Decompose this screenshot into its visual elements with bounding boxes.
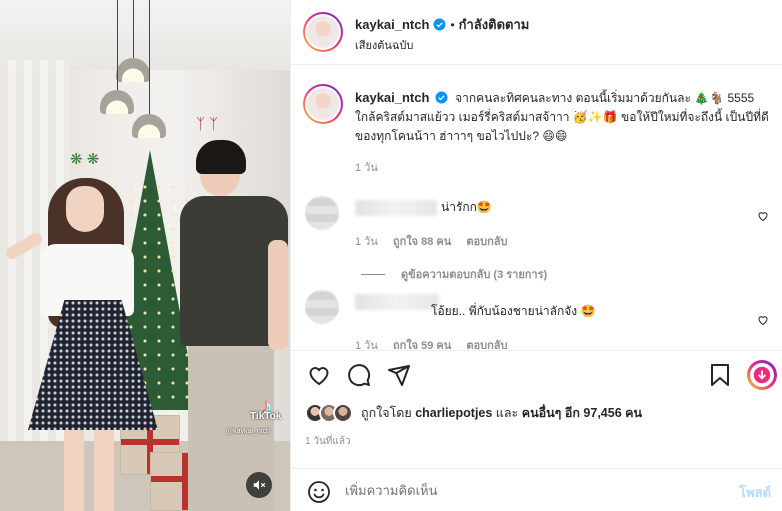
tiktok-wordmark: TikTok bbox=[250, 411, 282, 422]
caption-timestamp: 1 วัน bbox=[355, 162, 378, 174]
author-avatar[interactable] bbox=[303, 12, 343, 52]
video-player[interactable]: ❋ ❋ ᛉ ᛉ ♪ TikTok @kaykai_ntch bbox=[0, 0, 290, 511]
comment-item: น่ารักก🤩 1 วัน ถูกใจ 88 คน ตอบกลับ bbox=[305, 196, 775, 256]
comment-time: 1 วัน bbox=[355, 236, 378, 248]
comment-composer: โพสต์ bbox=[291, 468, 782, 511]
liker-avatars bbox=[305, 403, 361, 423]
girl-legs bbox=[64, 430, 114, 511]
comment-likes[interactable]: ถูกใจ 88 คน bbox=[393, 236, 451, 248]
comment-text: น่ารักก🤩 bbox=[441, 200, 492, 214]
boy-hair bbox=[196, 140, 246, 174]
comment-meta: 1 วัน ถูกใจ 88 คน ตอบกลับ bbox=[355, 232, 520, 250]
following-button[interactable]: กำลังติดตาม bbox=[459, 14, 530, 35]
post-caption: kaykai_ntch จากคนละทิศคนละทาง ตอนนี้เริ่… bbox=[355, 88, 769, 146]
commenter-name-redacted bbox=[355, 294, 439, 310]
author-username[interactable]: kaykai_ntch bbox=[355, 17, 429, 32]
liker-avatar bbox=[333, 403, 353, 423]
headband-icon: ❋ ❋ bbox=[70, 151, 100, 168]
post-comment-button[interactable]: โพสต์ bbox=[739, 482, 771, 503]
lamp-cord bbox=[117, 0, 118, 92]
lamp-cord bbox=[133, 0, 134, 60]
verified-badge-icon bbox=[435, 91, 448, 104]
add-comment-input[interactable] bbox=[345, 477, 715, 503]
post-timestamp: 1 วันที่แล้ว bbox=[305, 436, 351, 447]
liked-by-prefix: ถูกใจโดย bbox=[361, 406, 416, 420]
reels-badge-button[interactable] bbox=[747, 360, 777, 390]
lamp-cord bbox=[149, 0, 150, 116]
liked-by-row[interactable]: ถูกใจโดย charliepotjes และ คนอื่นๆ อีก 9… bbox=[305, 402, 642, 424]
commenter-name-redacted bbox=[355, 200, 437, 216]
comment-likes[interactable]: ถูกใจ 59 คน bbox=[393, 340, 451, 349]
liked-by-user[interactable]: charliepotjes bbox=[415, 406, 492, 420]
mute-button[interactable] bbox=[246, 472, 272, 498]
comment-time: 1 วัน bbox=[355, 340, 378, 349]
verified-badge-icon bbox=[433, 18, 446, 31]
caption-author-avatar[interactable] bbox=[303, 84, 343, 124]
caption-username[interactable]: kaykai_ntch bbox=[355, 90, 429, 105]
reply-button[interactable]: ตอบกลับ bbox=[466, 340, 507, 349]
save-bookmark-icon[interactable] bbox=[709, 363, 731, 387]
reindeer-antlers-icon: ᛉ ᛉ bbox=[196, 116, 219, 133]
liked-by-others[interactable]: คนอื่นๆ อีก 97,456 คน bbox=[522, 403, 642, 423]
post-header: kaykai_ntch • กำลังติดตาม เสียงต้นฉบับ bbox=[291, 0, 782, 65]
emoji-icon[interactable] bbox=[307, 480, 331, 504]
action-bar bbox=[291, 350, 782, 400]
liked-by-middle: และ bbox=[492, 406, 522, 420]
post-detail-pane: kaykai_ntch • กำลังติดตาม เสียงต้นฉบับ k… bbox=[290, 0, 782, 511]
header-separator: • bbox=[450, 17, 455, 32]
original-audio-link[interactable]: เสียงต้นฉบับ bbox=[355, 36, 413, 54]
comment-like-heart-icon[interactable] bbox=[757, 314, 769, 326]
speaker-muted-icon bbox=[253, 480, 266, 490]
tiktok-handle: @kaykai_ntch bbox=[226, 428, 271, 435]
download-arrow-icon bbox=[753, 366, 771, 384]
comment-bubble-icon[interactable] bbox=[347, 363, 371, 387]
share-paper-plane-icon[interactable] bbox=[387, 363, 411, 387]
comment-item: โอ้ยย.. พี่กับน้องชายน่าลักจัง 🤩 1 วัน ถ… bbox=[305, 290, 775, 349]
comment-text: โอ้ยย.. พี่กับน้องชายน่าลักจัง 🤩 bbox=[431, 304, 596, 318]
comment-like-heart-icon[interactable] bbox=[757, 210, 769, 222]
comment-meta: 1 วัน ถูกใจ 59 คน ตอบกลับ bbox=[355, 336, 520, 349]
view-replies-button[interactable]: ดูข้อความตอบกลับ (3 รายการ) bbox=[361, 265, 547, 283]
commenter-avatar[interactable] bbox=[305, 196, 339, 230]
commenter-avatar[interactable] bbox=[305, 290, 339, 324]
reply-button[interactable]: ตอบกลับ bbox=[466, 236, 507, 248]
replies-divider bbox=[361, 273, 385, 275]
view-replies-label[interactable]: ดูข้อความตอบกลับ (3 รายการ) bbox=[401, 265, 547, 283]
like-heart-icon[interactable] bbox=[307, 363, 331, 387]
comments-scroll-area[interactable]: kaykai_ntch จากคนละทิศคนละทาง ตอนนี้เริ่… bbox=[291, 66, 782, 349]
boy-arm bbox=[268, 240, 288, 350]
girl-face bbox=[66, 186, 104, 232]
